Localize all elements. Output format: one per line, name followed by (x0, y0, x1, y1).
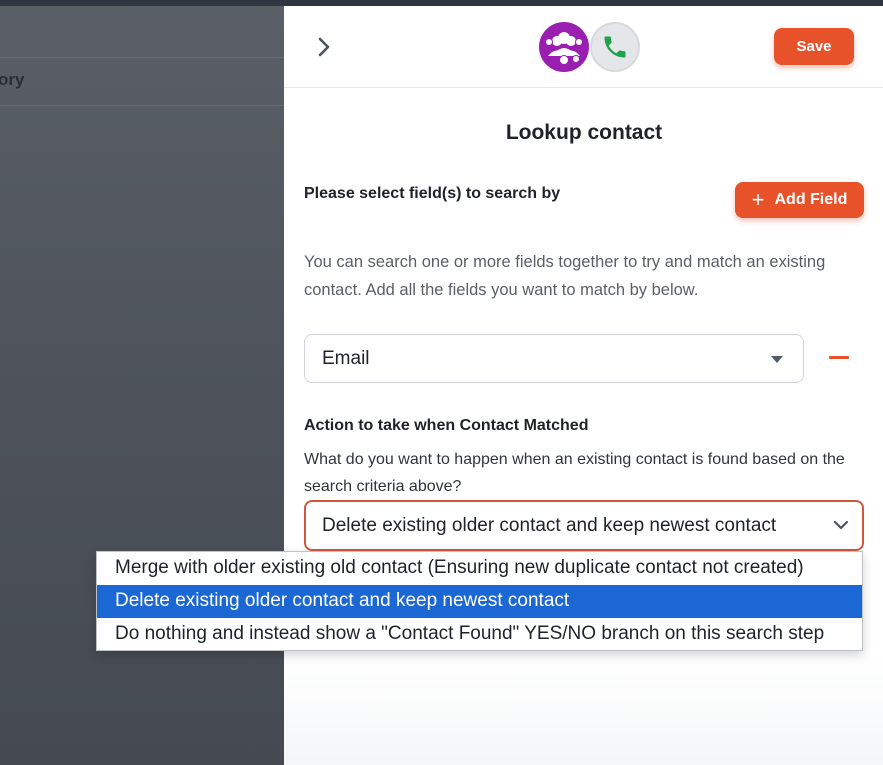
search-field-select[interactable]: Email (304, 334, 804, 383)
action-options-list: Merge with older existing old contact (E… (96, 551, 863, 651)
search-fields-label: Please select field(s) to search by (304, 185, 561, 202)
background-page: ory (0, 6, 284, 765)
user-group-icon (545, 32, 583, 65)
plus-icon: + (751, 187, 765, 212)
action-help-text: What do you want to happen when an exist… (304, 451, 845, 495)
action-label: Action to take when Contact Matched (304, 417, 589, 434)
action-option-merge[interactable]: Merge with older existing old contact (E… (97, 552, 862, 585)
search-field-value: Email (322, 348, 370, 369)
action-option-delete-older[interactable]: Delete existing older contact and keep n… (97, 585, 862, 618)
chevron-right-icon (318, 37, 330, 57)
caret-down-icon (771, 356, 783, 363)
add-field-button[interactable]: + Add Field (735, 182, 864, 218)
phone-icon (604, 36, 626, 58)
remove-field-button[interactable] (829, 356, 849, 359)
background-page-text: ory (0, 70, 25, 89)
panel-title: Lookup contact (505, 121, 663, 144)
action-option-do-nothing[interactable]: Do nothing and instead show a "Contact F… (97, 618, 862, 651)
panel-header: Save (284, 6, 883, 88)
lookup-contact-panel: Save Lookup contact Please select field(… (284, 6, 883, 765)
collapse-panel-button[interactable] (312, 33, 336, 61)
phone-avatar[interactable] (590, 22, 640, 72)
search-help-text: You can search one or more fields togeth… (304, 253, 826, 299)
save-button[interactable]: Save (774, 28, 854, 65)
user-group-avatar[interactable] (539, 22, 589, 72)
add-field-label: Add Field (774, 191, 848, 208)
action-select[interactable]: Delete existing older contact and keep n… (304, 500, 864, 551)
chevron-down-icon (833, 520, 849, 530)
action-select-value: Delete existing older contact and keep n… (322, 515, 777, 536)
